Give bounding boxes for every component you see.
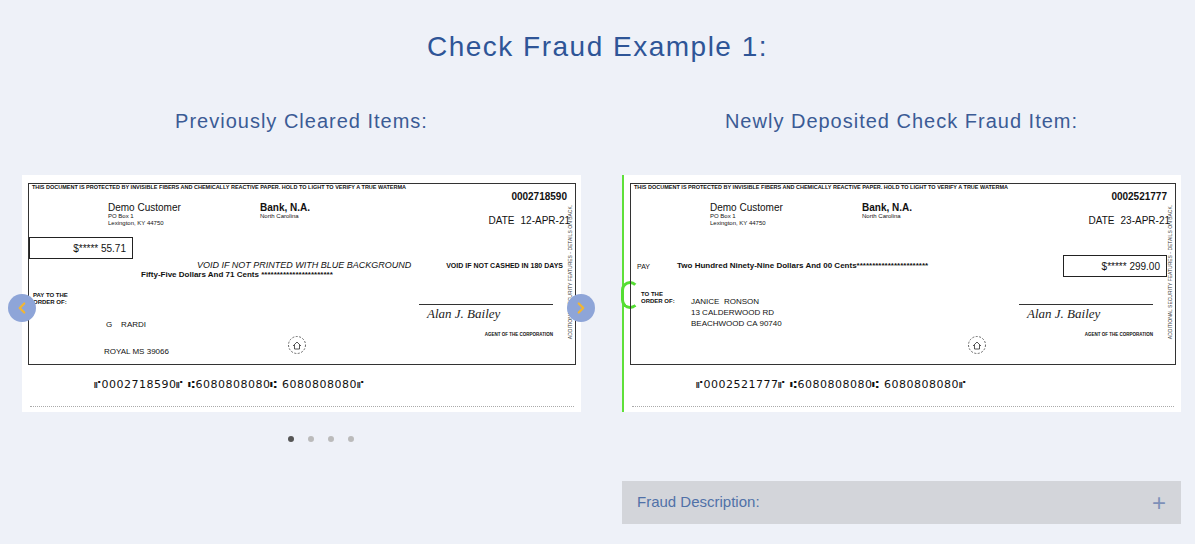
check-body: THIS DOCUMENT IS PROTECTED BY INVISIBLE … <box>630 183 1176 365</box>
signature: Alan J. Bailey <box>419 305 553 323</box>
customer-line: PO Box 1 <box>710 213 862 220</box>
micr-line: ⑈0002521777⑈ ⑆6080808080⑆ 6080808080⑈ <box>696 377 966 394</box>
fraud-description-label: Fraud Description: <box>637 491 760 514</box>
signature-block: Alan J. Bailey AGENT OF THE CORPORATION <box>1019 290 1153 361</box>
amount-words: Two Hundred Ninety-Nine Dollars And 00 C… <box>677 261 1063 271</box>
page-title: Check Fraud Example 1: <box>0 0 1195 64</box>
payee-line: 13 CALDERWOOD RD <box>691 307 782 318</box>
amount-box: $***** 55.71 <box>29 237 133 259</box>
payee-name: G RARDI <box>33 320 287 330</box>
void-notes: VOID IF NOT PRINTED WITH BLUE BACKGROUND… <box>29 260 575 270</box>
check-body: THIS DOCUMENT IS PROTECTED BY INVISIBLE … <box>28 183 576 365</box>
security-text: THIS DOCUMENT IS PROTECTED BY INVISIBLE … <box>29 184 575 191</box>
signature: Alan J. Bailey <box>1019 305 1153 323</box>
payee-area: TO THEORDER OF:JANICE RONSON13 CALDERWOO… <box>631 290 967 361</box>
chevron-right-icon <box>572 299 590 317</box>
micr-line: ⑈0002718590⑈ ⑆6080808080⑆ 6080808080⑈ <box>94 377 364 394</box>
cleared-column: Previously Cleared Items: THIS DOCUMENT I… <box>22 109 581 524</box>
stamp-icon <box>967 335 987 355</box>
payee-area: PAY TO THEORDER OF: G RARDI ROYAL MS 39066 <box>29 290 287 361</box>
pay-label: PAY <box>631 262 677 271</box>
signature-block: Alan J. Bailey AGENT OF THE CORPORATION <box>419 290 553 361</box>
order-label: PAY TO THEORDER OF: <box>33 292 287 306</box>
carousel-dots <box>22 436 581 442</box>
security-text: THIS DOCUMENT IS PROTECTED BY INVISIBLE … <box>631 184 1175 191</box>
next-button[interactable] <box>567 294 595 322</box>
carousel-dot[interactable] <box>328 436 334 442</box>
carousel-dot[interactable] <box>308 436 314 442</box>
check-date: DATE23-APR-21 <box>1089 215 1175 227</box>
check-bottom: PAY TO THEORDER OF: G RARDI ROYAL MS 39066… <box>29 290 575 364</box>
fraud-column: Newly Deposited Check Fraud Item: THIS DO… <box>622 109 1181 524</box>
bank-block: Bank, N.A.North Carolina <box>260 202 310 227</box>
bank-block: Bank, N.A.North Carolina <box>862 202 912 227</box>
check-number: 0002521777 <box>631 191 1175 202</box>
payee-line: ROYAL MS 39066 <box>104 347 287 357</box>
check-image: THIS DOCUMENT IS PROTECTED BY INVISIBLE … <box>22 175 581 412</box>
chevron-left-icon <box>13 299 31 317</box>
order-label: TO THEORDER OF: <box>631 291 691 361</box>
check-bottom: TO THEORDER OF:JANICE RONSON13 CALDERWOO… <box>631 290 1175 364</box>
stamp-icon <box>287 335 307 355</box>
side-text: ADDITIONAL SECURITY FEATURES - DETAILS O… <box>1168 205 1174 339</box>
amount-row: PAYTwo Hundred Ninety-Nine Dollars And 0… <box>631 255 1175 277</box>
agent-text: AGENT OF THE CORPORATION <box>1019 332 1153 338</box>
page: Check Fraud Example 1: Previously Cleared… <box>0 0 1195 544</box>
customer-line: PO Box 1 <box>108 213 260 220</box>
column-heading: Newly Deposited Check Fraud Item: <box>622 109 1181 133</box>
customer-line: Lexington, KY 44750 <box>710 220 862 227</box>
check-image: THIS DOCUMENT IS PROTECTED BY INVISIBLE … <box>622 175 1181 412</box>
amount-words: Fifty-Five Dollars And 71 Cents ********… <box>29 270 575 280</box>
customer-block: Demo CustomerPO Box 1Lexington, KY 44750 <box>710 202 862 227</box>
amount-box: $***** 299.00 <box>1063 255 1167 277</box>
customer-block: Demo CustomerPO Box 1Lexington, KY 44750 <box>108 202 260 227</box>
customer-line: Lexington, KY 44750 <box>108 220 260 227</box>
check-header: Demo CustomerPO Box 1Lexington, KY 44750… <box>29 202 575 227</box>
columns: Previously Cleared Items: THIS DOCUMENT I… <box>0 109 1195 524</box>
fraud-description-toggle[interactable]: Fraud Description: + <box>622 481 1181 524</box>
check-header: Demo CustomerPO Box 1Lexington, KY 44750… <box>631 202 1175 227</box>
amount-row: $***** 55.71 <box>29 237 575 259</box>
agent-text: AGENT OF THE CORPORATION <box>419 332 553 338</box>
payee-line: JANICE RONSON <box>691 296 782 307</box>
prev-button[interactable] <box>8 294 36 322</box>
carousel-dot[interactable] <box>288 436 294 442</box>
check-date: DATE12-APR-21 <box>489 215 575 227</box>
column-heading: Previously Cleared Items: <box>22 109 581 133</box>
check-number: 0002718590 <box>29 191 575 202</box>
carousel-dot[interactable] <box>348 436 354 442</box>
payee-line: BEACHWOOD CA 90740 <box>691 318 782 329</box>
expand-toggle: + <box>1152 491 1166 515</box>
carousel: THIS DOCUMENT IS PROTECTED BY INVISIBLE … <box>22 175 581 412</box>
